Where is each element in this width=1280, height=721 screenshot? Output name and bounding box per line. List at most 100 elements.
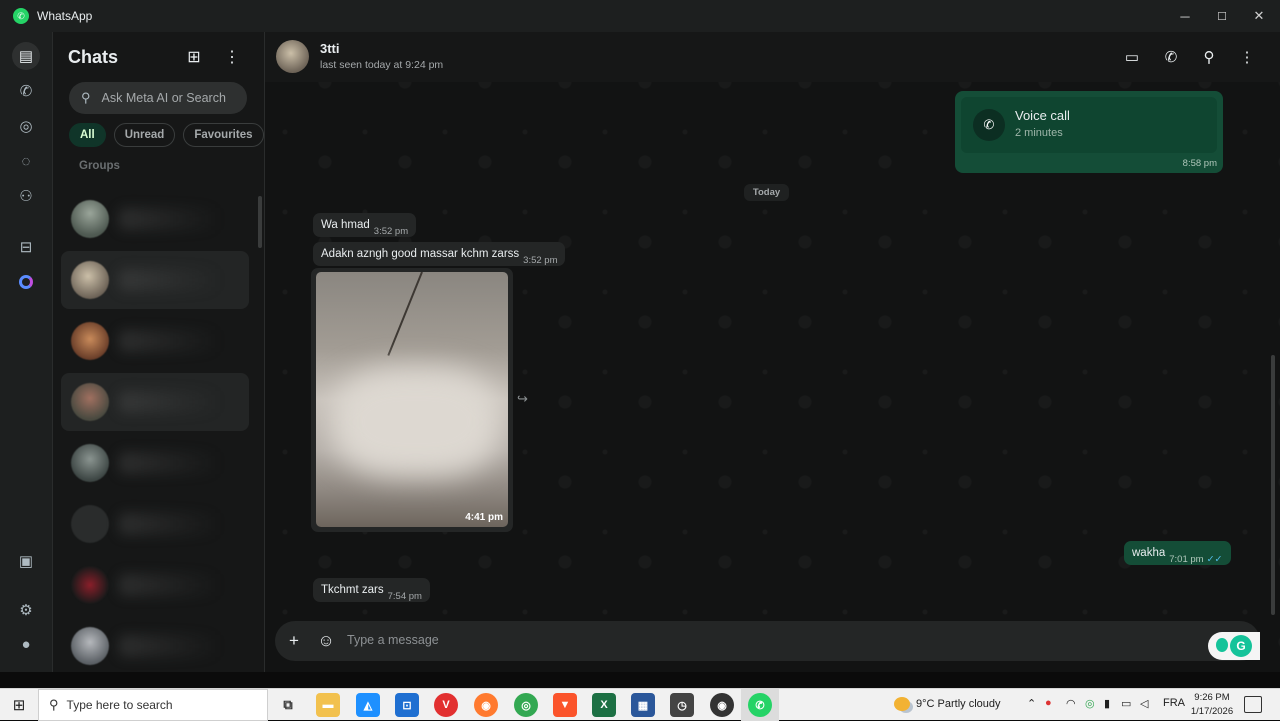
volume-icon[interactable]: ◁ <box>1140 697 1148 710</box>
calls-nav-icon[interactable]: ✆ <box>12 77 40 105</box>
task-view-icon[interactable]: ⧉ <box>276 693 300 717</box>
windows-start-icon[interactable]: ⊞ <box>0 689 38 721</box>
archive-nav-icon[interactable]: ⊟ <box>12 233 40 261</box>
read-receipt-icon: ✓✓ <box>1206 554 1223 565</box>
call-duration: 2 minutes <box>1015 127 1063 139</box>
message-time: 3:52 pm <box>523 255 558 266</box>
more-options-icon[interactable]: ⋮ <box>221 46 243 68</box>
communities-nav-icon[interactable]: ⚇ <box>12 182 40 210</box>
message-time: 3:52 pm <box>373 226 409 237</box>
minimize-button[interactable]: ─ <box>1166 0 1204 32</box>
image-detail <box>387 272 423 356</box>
chat-list-item[interactable] <box>61 617 249 675</box>
search-icon[interactable]: ⚲ <box>1198 46 1220 68</box>
chat-list-item[interactable] <box>61 373 249 431</box>
outgoing-message[interactable]: wakha7:01 pm ✓✓ <box>1124 541 1231 565</box>
blurred-preview <box>119 330 219 352</box>
search-input[interactable]: ⚲ Ask Meta AI or Search <box>69 82 247 114</box>
clock-time: 9:26 PM <box>1194 692 1230 703</box>
sticker-emoji-icon[interactable]: ☺ <box>315 630 337 652</box>
grammarly-widget[interactable]: G <box>1208 632 1260 660</box>
image-thumbnail[interactable] <box>316 272 508 527</box>
more-options-icon[interactable]: ⋮ <box>1236 46 1258 68</box>
maximize-button[interactable]: ☐ <box>1203 0 1241 32</box>
incoming-message[interactable]: Tkchmt zars7:54 pm <box>313 578 430 602</box>
filter-all[interactable]: All <box>69 123 106 147</box>
status-nav-icon[interactable]: ◎ <box>12 112 40 140</box>
channels-nav-icon[interactable]: ◌ <box>12 147 40 175</box>
vivaldi-icon[interactable]: V <box>434 693 458 717</box>
chat-list-item[interactable] <box>61 312 249 370</box>
microphone-icon[interactable]: ▮ <box>1104 697 1110 710</box>
phone-call-icon: ✆ <box>973 109 1005 141</box>
message-time: 4:41 pm <box>465 512 503 523</box>
filter-unread[interactable]: Unread <box>113 123 176 147</box>
firefox-icon[interactable]: ◉ <box>474 693 498 717</box>
message-composer[interactable]: + ☺ Type a message <box>275 621 1260 661</box>
app-title: WhatsApp <box>37 9 93 23</box>
last-seen-status: last seen today at 9:24 pm <box>320 59 444 71</box>
weather-widget[interactable]: 9°C Partly cloudy <box>894 697 1001 711</box>
message-time: 7:54 pm <box>387 591 422 602</box>
blurred-preview <box>119 574 219 596</box>
media-gallery-icon[interactable]: ▣ <box>12 547 40 575</box>
close-window-button[interactable]: ✕ <box>1240 0 1278 32</box>
chrome-tray-icon[interactable]: ◎ <box>1085 697 1095 710</box>
chat-list-item[interactable] <box>61 434 249 492</box>
grammarly-icon: G <box>1230 635 1252 657</box>
clock-app-icon[interactable]: ◷ <box>670 693 694 717</box>
file-explorer-icon[interactable]: ▬ <box>316 693 340 717</box>
filter-chips: All Unread Favourites <box>69 123 264 147</box>
minimize-icon: ─ <box>1180 8 1190 24</box>
security-tray-icon[interactable]: ● <box>1045 697 1052 709</box>
video-call-icon[interactable]: ▭ <box>1121 46 1143 68</box>
system-clock[interactable]: 9:26 PM 1/17/2026 <box>1188 691 1236 719</box>
settings-gear-icon[interactable]: ⚙ <box>12 596 40 624</box>
avatar <box>71 322 109 360</box>
brave-icon[interactable]: ▼ <box>553 693 577 717</box>
chat-list-item[interactable] <box>61 556 249 614</box>
avatar <box>71 200 109 238</box>
filter-favourites[interactable]: Favourites <box>183 123 264 147</box>
incoming-message[interactable]: Wa hmad3:52 pm <box>313 213 417 237</box>
blurred-preview <box>119 513 219 535</box>
forward-icon[interactable]: ↪ <box>517 391 528 407</box>
editor-app-icon[interactable]: ◭ <box>356 693 380 717</box>
chrome-icon[interactable]: ◎ <box>514 693 538 717</box>
incoming-message[interactable]: Adakn azngh good massar kchm zarss3:52 p… <box>313 242 566 266</box>
conversation-scrollbar[interactable] <box>1271 355 1275 615</box>
chat-list-item[interactable] <box>61 251 249 309</box>
blurred-preview <box>119 391 219 413</box>
avatar <box>71 383 109 421</box>
voice-call-message[interactable]: ✆ Voice call 2 minutes 8:58 pm <box>955 91 1223 173</box>
input-language[interactable]: FRA <box>1163 697 1185 709</box>
store-icon[interactable]: ⊡ <box>395 693 419 717</box>
new-chat-icon[interactable]: ⊞ <box>183 46 205 68</box>
tray-overflow-icon[interactable]: ⌃ <box>1027 697 1036 710</box>
attach-plus-icon[interactable]: + <box>283 630 305 652</box>
image-message[interactable]: 4:41 pm <box>311 268 513 532</box>
voice-call-icon[interactable]: ✆ <box>1160 46 1182 68</box>
default-avatar-icon <box>71 505 109 543</box>
chat-list-scrollbar[interactable] <box>258 196 262 248</box>
battery-icon[interactable]: ▭ <box>1121 697 1131 710</box>
close-icon: ✕ <box>1253 8 1265 23</box>
excel-icon[interactable]: X <box>592 693 616 717</box>
profile-avatar-icon[interactable]: ● <box>12 630 40 658</box>
contact-avatar[interactable] <box>276 40 309 73</box>
chats-nav-icon[interactable]: ▤ <box>12 42 40 70</box>
calculator-icon[interactable]: ▦ <box>631 693 655 717</box>
whatsapp-taskbar-icon[interactable]: ✆ <box>748 693 772 717</box>
taskbar-search-input[interactable]: ⚲ Type here to search <box>38 689 268 721</box>
meta-ai-icon[interactable] <box>12 268 40 296</box>
message-text: Wa hmad <box>321 219 370 231</box>
chat-list-item[interactable] <box>61 495 249 553</box>
notifications-icon[interactable] <box>1244 696 1262 713</box>
windows-taskbar: ⊞ ⚲ Type here to search ⧉ ▬ ◭ ⊡ V ◉ ◎ ▼ … <box>0 688 1280 721</box>
conversation-header[interactable]: 3tti last seen today at 9:24 pm ▭ ✆ ⚲ ⋮ <box>265 32 1280 82</box>
wifi-icon[interactable]: ◠ <box>1066 697 1076 710</box>
search-placeholder: Ask Meta AI or Search <box>101 91 226 105</box>
message-input[interactable]: Type a message <box>347 633 439 647</box>
chat-list-item[interactable] <box>61 190 249 248</box>
recorder-icon[interactable]: ◉ <box>710 693 734 717</box>
